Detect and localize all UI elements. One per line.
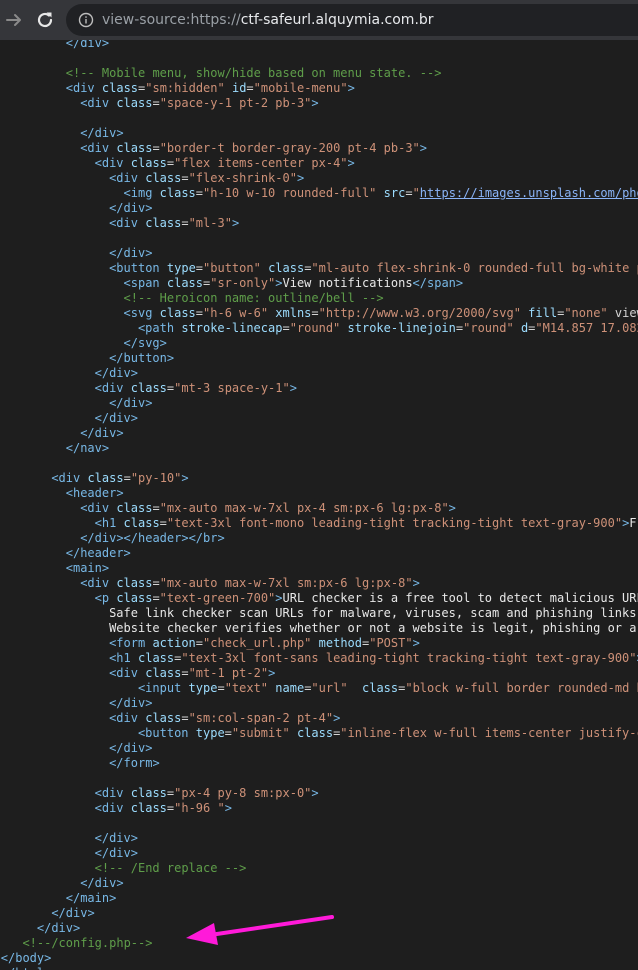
source-line: Safe link checker scan URLs for malware,… — [109, 606, 638, 620]
source-line: <div class="flex items-center px-4"> — [94, 156, 355, 170]
source-line: <h1 class="text-3xl font-sans leading-ti… — [109, 651, 638, 665]
source-line: <button type="submit" class="inline-flex… — [137, 726, 638, 740]
forward-button[interactable] — [4, 10, 24, 30]
source-line: <div class="mt-3 space-y-1"> — [94, 381, 297, 395]
source-line: <h1 class="text-3xl font-mono leading-ti… — [94, 516, 638, 530]
source-line: <div class="h-96 "> — [94, 801, 232, 815]
source-line: <!--/config.php--> — [22, 936, 153, 950]
source-line: </svg> — [123, 336, 167, 350]
source-line: </div></header></br> — [80, 531, 225, 545]
source-line: <div class="ml-3"> — [109, 216, 240, 230]
source-line: </div> — [80, 876, 124, 890]
source-line: <div class="space-y-1 pt-2 pb-3"> — [80, 96, 319, 110]
reload-icon — [37, 12, 53, 28]
source-line: </div> — [109, 696, 153, 710]
source-line: </div> — [94, 846, 138, 860]
annotation-arrow-icon — [186, 915, 334, 945]
url-scheme: view-source:https:// — [102, 12, 241, 28]
source-line: </nav> — [65, 441, 110, 455]
source-line: <div class="mx-auto max-w-7xl sm:px-6 lg… — [80, 576, 420, 590]
source-line: <main> — [65, 561, 110, 575]
source-line: <div class="mt-1 pt-2"> — [109, 666, 276, 680]
source-line: </div> — [94, 411, 138, 425]
url-host: ctf-safeurl.alquymia.com.br — [240, 12, 434, 28]
source-line: <div class="mx-auto max-w-7xl px-4 sm:px… — [80, 501, 456, 515]
source-line: </div> — [94, 831, 138, 845]
source-line: </html> — [1, 966, 52, 970]
source-line: </div> — [80, 126, 124, 140]
source-line: <!-- /End replace --> — [94, 861, 247, 875]
url-text[interactable]: view-source:https://ctf-safeurl.alquymia… — [102, 4, 434, 36]
source-line: <img class="h-10 w-10 rounded-full" src=… — [123, 186, 638, 200]
source-line: </form> — [109, 756, 160, 770]
source-line: </div> — [94, 366, 138, 380]
source-line: <input type="text" name="url" class="blo… — [137, 681, 638, 695]
source-line: <div class="sm:col-span-2 pt-4"> — [109, 711, 341, 725]
source-line: </main> — [65, 891, 117, 905]
source-line: <div class="px-4 py-8 sm:px-0"> — [94, 786, 319, 800]
source-line: </header> — [65, 546, 131, 560]
source-line: <p class="text-green-700">URL checker is… — [94, 591, 638, 605]
source-line: <header> — [65, 486, 124, 500]
source-line: </div> — [109, 741, 153, 755]
source-line: <div class="py-10"> — [51, 471, 189, 485]
source-line: Website checker verifies whether or not … — [109, 621, 637, 635]
source-code-view: </div> <!-- Mobile menu, show/hide based … — [0, 40, 638, 970]
source-line: <path stroke-linecap="round" stroke-line… — [137, 321, 638, 335]
reload-button[interactable] — [34, 9, 56, 31]
address-bar[interactable]: view-source:https://ctf-safeurl.alquymia… — [66, 4, 638, 36]
source-line: <!-- Heroicon name: outline/bell --> — [123, 291, 384, 305]
source-line: <form action="check_url.php" method="POS… — [109, 636, 420, 650]
browser-toolbar: view-source:https://ctf-safeurl.alquymia… — [0, 0, 638, 40]
source-line: </div> — [109, 396, 153, 410]
source-line: </div> — [36, 921, 81, 935]
source-line: <div class="flex-shrink-0"> — [109, 171, 305, 185]
source-line: <svg class="h-6 w-6" xmlns="http://www.w… — [123, 306, 638, 320]
source-line: </div> — [51, 906, 95, 920]
info-circle-icon[interactable] — [78, 12, 94, 28]
source-line: </button> — [109, 351, 175, 365]
source-line: </div> — [80, 426, 124, 440]
source-line: <div class="sm:hidden" id="mobile-menu"> — [65, 81, 355, 95]
source-line: <!-- Mobile menu, show/hide based on men… — [65, 66, 442, 80]
source-line: <button type="button" class="ml-auto fle… — [109, 261, 638, 275]
source-line: </div> — [109, 246, 153, 260]
source-line: </div> — [109, 201, 153, 215]
source-line: </body> — [0, 951, 52, 965]
arrow-right-icon — [6, 14, 21, 26]
source-line: </div> — [65, 40, 110, 50]
source-line: <div class="border-t border-gray-200 pt-… — [80, 141, 428, 155]
source-line: <span class="sr-only">View notifications… — [123, 276, 464, 290]
